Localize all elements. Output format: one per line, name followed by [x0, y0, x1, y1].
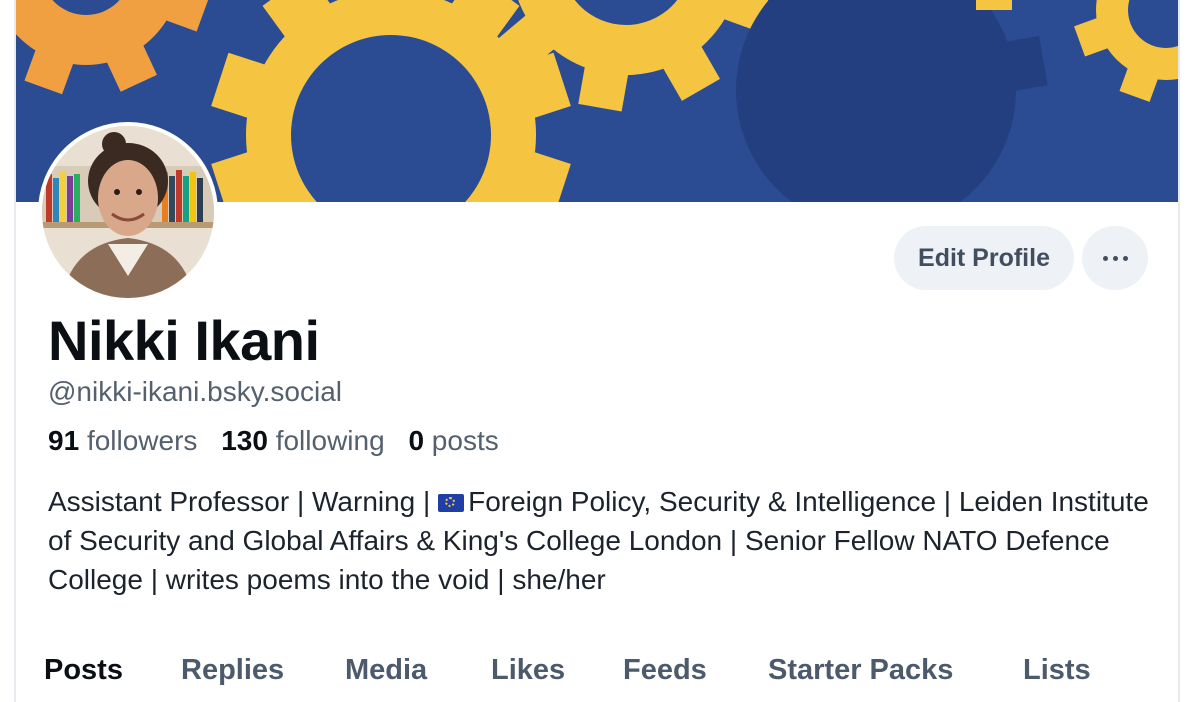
followers-count: 91: [48, 425, 80, 456]
bio-text-part1: Assistant Professor | Warning |: [48, 486, 439, 517]
posts-label: posts: [431, 425, 499, 456]
posts-stat: 0 posts: [408, 425, 498, 456]
avatar-photo: [42, 126, 214, 298]
ellipsis-icon: [1102, 255, 1108, 261]
tab-replies[interactable]: Replies: [181, 654, 284, 687]
tab-feeds[interactable]: Feeds: [623, 654, 707, 687]
ellipsis-icon-dot: [1112, 255, 1118, 261]
edit-profile-button[interactable]: Edit Profile: [894, 226, 1074, 290]
avatar[interactable]: [38, 122, 218, 302]
profile-page: Edit Profile Nikki Ikani @nikki-ikani.bs…: [14, 0, 1180, 702]
profile-bio: Assistant Professor | Warning | Foreign …: [48, 482, 1158, 599]
tab-media[interactable]: Media: [345, 654, 427, 687]
following-link[interactable]: 130 following: [221, 425, 384, 456]
tab-posts[interactable]: Posts: [44, 654, 123, 687]
followers-link[interactable]: 91 followers: [48, 425, 197, 456]
followers-label: followers: [86, 425, 198, 456]
tab-likes[interactable]: Likes: [491, 654, 565, 687]
eu-flag-icon: [438, 494, 465, 512]
profile-handle: @nikki-ikani.bsky.social: [48, 376, 342, 407]
profile-stats: 91 followers 130 following 0 posts: [48, 425, 515, 457]
following-label: following: [275, 425, 385, 456]
ellipsis-icon-dot: [1122, 255, 1128, 261]
tab-lists[interactable]: Lists: [1023, 654, 1091, 687]
posts-count: 0: [408, 425, 425, 456]
tab-starter-packs[interactable]: Starter Packs: [768, 654, 953, 687]
display-name: Nikki Ikani: [48, 309, 320, 372]
following-count: 130: [221, 425, 268, 456]
profile-tabs: Posts Replies Media Likes Feeds Starter …: [16, 650, 1178, 702]
more-options-button[interactable]: [1082, 226, 1148, 290]
